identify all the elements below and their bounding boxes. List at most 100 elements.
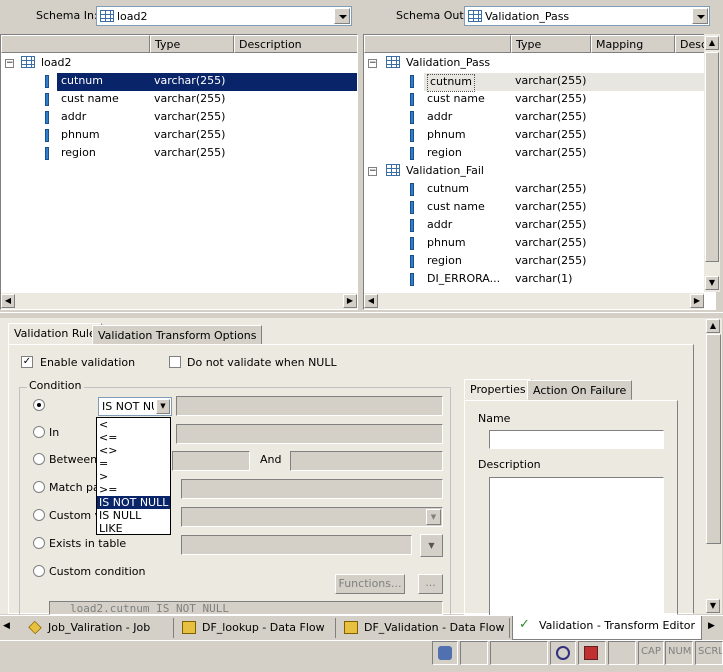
tab-transform-options[interactable]: Validation Transform Options	[92, 325, 263, 345]
scroll-up-icon[interactable]: ▲	[706, 319, 720, 333]
tree-group-label[interactable]: Validation_Pass	[406, 56, 490, 74]
scroll-down-icon[interactable]: ▼	[706, 599, 720, 613]
column-header-description[interactable]: Desc	[675, 35, 705, 53]
exists-in-table-input[interactable]	[181, 535, 412, 555]
in-label[interactable]: In	[49, 426, 59, 439]
description-input[interactable]	[489, 477, 664, 615]
chevron-down-icon[interactable]	[334, 8, 350, 24]
do-not-validate-null-checkbox[interactable]	[169, 356, 181, 368]
schema-in-select[interactable]: load2	[96, 6, 352, 26]
tab-df-validation[interactable]: DF_Validation - Data Flow	[338, 618, 510, 638]
column-name[interactable]: region	[61, 146, 96, 164]
tree-group-label[interactable]: Validation_Fail	[406, 164, 484, 182]
status-icon-slot[interactable]	[578, 641, 606, 665]
column-name[interactable]: addr	[427, 218, 452, 236]
vertical-scrollbar[interactable]: ▲ ▼	[704, 34, 720, 292]
column-name[interactable]: cust name	[61, 92, 119, 110]
in-input[interactable]	[176, 424, 443, 444]
column-name[interactable]: cust name	[427, 92, 485, 110]
column-name[interactable]: region	[427, 254, 462, 272]
scroll-right-icon[interactable]: ▶	[343, 294, 357, 308]
scroll-thumb[interactable]	[706, 334, 721, 544]
column-name[interactable]: phnum	[61, 128, 100, 146]
column-name[interactable]: addr	[427, 110, 452, 128]
operator-option[interactable]: <>	[97, 444, 170, 457]
operator-option[interactable]: LIKE	[97, 522, 170, 535]
scroll-right-icon[interactable]: ▶	[690, 294, 704, 308]
exists-in-table-dropdown-button[interactable]: ▼	[420, 534, 443, 557]
operator-dropdown-list[interactable]: < <= <> = > >= IS NOT NULL IS NULL LIKE	[96, 417, 171, 535]
ellipsis-button[interactable]: ...	[418, 574, 443, 594]
column-name[interactable]: cutnum	[427, 182, 469, 200]
collapse-icon[interactable]: −	[368, 167, 377, 176]
do-not-validate-null-label[interactable]: Do not validate when NULL	[187, 356, 337, 369]
custom-validation-select[interactable]: ▼	[181, 507, 443, 527]
column-header-mapping[interactable]: Mapping	[591, 35, 675, 53]
operator-option[interactable]: >	[97, 470, 170, 483]
operator-option[interactable]: =	[97, 457, 170, 470]
custom-validation-radio[interactable]	[33, 509, 45, 521]
operator-radio[interactable]	[33, 399, 45, 411]
chevron-down-icon[interactable]: ▼	[426, 509, 441, 525]
collapse-icon[interactable]: −	[368, 59, 377, 68]
schema-out-select[interactable]: Validation_Pass	[464, 6, 710, 26]
column-header-type[interactable]: Type	[150, 35, 234, 53]
operator-select[interactable]: IS NOT NULL ▼	[98, 397, 172, 416]
column-header-type[interactable]: Type	[511, 35, 591, 53]
tab-validation-rule[interactable]: Validation Rule	[8, 323, 102, 345]
exists-in-table-label[interactable]: Exists in table	[49, 537, 126, 550]
scroll-left-icon[interactable]: ◀	[364, 294, 378, 308]
collapse-icon[interactable]: −	[5, 59, 14, 68]
match-pattern-input[interactable]	[181, 479, 443, 499]
operator-option[interactable]: <	[97, 418, 170, 431]
status-icon-slot[interactable]	[432, 641, 458, 665]
column-name[interactable]: cutnum	[61, 74, 103, 92]
scroll-left-icon[interactable]: ◀	[1, 294, 15, 308]
operator-option[interactable]: <=	[97, 431, 170, 444]
tab-df-lookup[interactable]: DF_lookup - Data Flow	[176, 618, 336, 638]
operator-option[interactable]: >=	[97, 483, 170, 496]
column-header-name[interactable]	[1, 35, 150, 53]
status-icon-slot[interactable]	[550, 641, 576, 665]
match-pattern-radio[interactable]	[33, 481, 45, 493]
editor-vertical-scrollbar[interactable]: ▲ ▼	[705, 318, 722, 614]
column-name[interactable]: addr	[61, 110, 86, 128]
exists-in-table-radio[interactable]	[33, 537, 45, 549]
scroll-thumb[interactable]	[705, 52, 719, 262]
tab-action-on-failure[interactable]: Action On Failure	[527, 380, 633, 400]
name-input[interactable]	[489, 430, 664, 449]
scroll-up-icon[interactable]: ▲	[705, 36, 719, 50]
operator-option[interactable]: IS NULL	[97, 509, 170, 522]
condition-expression-input[interactable]: load2.cutnum IS NOT NULL	[49, 601, 443, 615]
horizontal-scrollbar[interactable]: ◀ ▶	[364, 293, 704, 309]
tab-transform-editor[interactable]: ✓ Validation - Transform Editor	[512, 616, 702, 640]
column-name[interactable]: DI_ERRORA...	[427, 272, 500, 290]
custom-condition-label[interactable]: Custom condition	[49, 565, 146, 578]
in-radio[interactable]	[33, 426, 45, 438]
horizontal-scrollbar[interactable]: ◀ ▶	[1, 293, 357, 309]
between-label[interactable]: Between	[49, 453, 97, 466]
enable-validation-label[interactable]: Enable validation	[40, 356, 135, 369]
enable-validation-checkbox[interactable]: ✓	[21, 356, 33, 368]
tab-properties[interactable]: Properties	[464, 379, 532, 400]
operator-option-selected[interactable]: IS NOT NULL	[97, 496, 170, 509]
tab-scroll-left-icon[interactable]: ◀	[3, 621, 10, 631]
column-name[interactable]: cutnum	[427, 74, 475, 92]
between-from-input[interactable]	[172, 451, 250, 471]
column-name[interactable]: phnum	[427, 128, 466, 146]
tree-root-label[interactable]: load2	[41, 56, 72, 74]
tab-scroll-right-icon[interactable]: ▶	[708, 621, 715, 631]
column-header-name[interactable]	[364, 35, 511, 53]
custom-condition-radio[interactable]	[33, 565, 45, 577]
column-name[interactable]: cust name	[427, 200, 485, 218]
column-name[interactable]: region	[427, 146, 462, 164]
column-header-description[interactable]: Description	[234, 35, 357, 53]
column-name[interactable]: phnum	[427, 236, 466, 254]
functions-button[interactable]: Functions...	[335, 574, 405, 594]
scroll-down-icon[interactable]: ▼	[705, 276, 719, 290]
operator-value-input[interactable]	[176, 396, 443, 416]
chevron-down-icon[interactable]	[692, 8, 708, 24]
chevron-down-icon[interactable]: ▼	[156, 399, 170, 414]
tab-job[interactable]: Job_Valiration - Job	[22, 618, 174, 638]
between-radio[interactable]	[33, 453, 45, 465]
